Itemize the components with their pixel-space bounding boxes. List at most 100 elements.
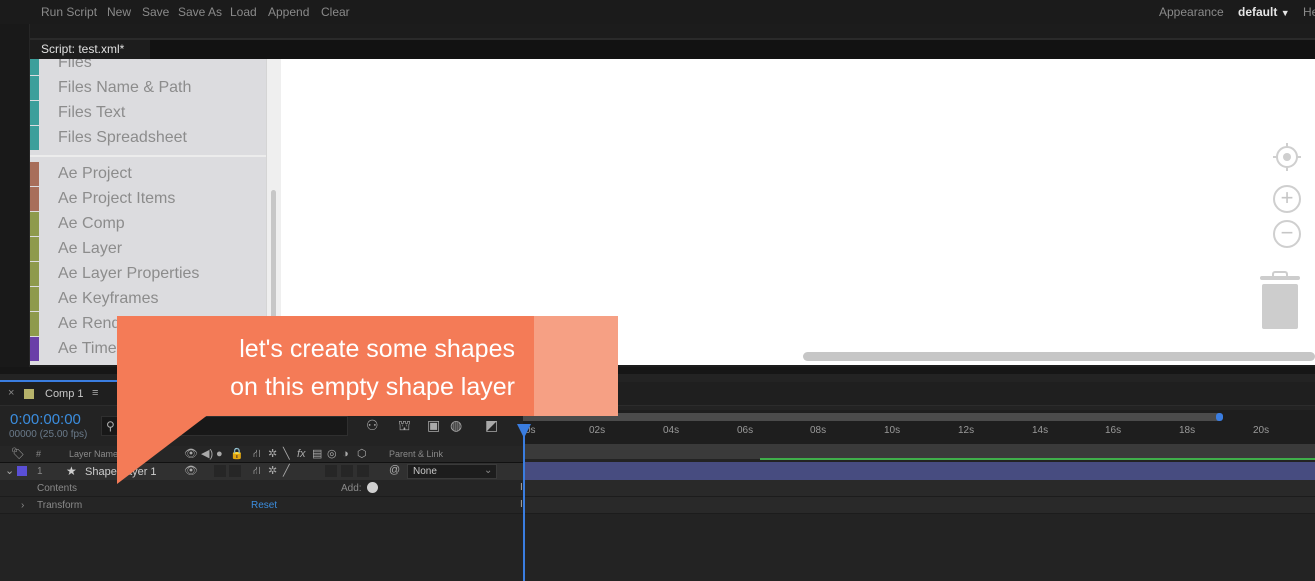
column-parent-header[interactable]: Parent & Link <box>389 449 443 459</box>
time-tick: 16s <box>1105 425 1122 436</box>
category-color-bar <box>30 262 39 286</box>
zoom-out-icon[interactable]: − <box>1273 220 1301 248</box>
chevron-right-icon[interactable]: › <box>21 500 24 511</box>
time-tick: 08s <box>810 425 827 436</box>
category-files-spreadsheet[interactable]: Files Spreadsheet <box>30 126 266 151</box>
3d-layer-icon: ⬡ <box>357 448 367 460</box>
tutorial-callout-fade <box>534 316 618 416</box>
category-label: Files Name & Path <box>58 79 192 96</box>
crosshair-target-icon[interactable] <box>1273 143 1301 171</box>
callout-line-1: let's create some shapes <box>239 335 515 363</box>
appearance-value: default <box>1238 5 1278 19</box>
lock-icon: 🔒 <box>230 448 244 460</box>
save-as-button[interactable]: Save As <box>178 5 222 19</box>
category-label: Ae Keyframes <box>58 290 159 307</box>
motion-blur-icon[interactable]: ◍ <box>450 418 462 432</box>
lock-toggle[interactable] <box>229 465 241 477</box>
solo-toggle[interactable] <box>214 465 226 477</box>
quality-switch-icon[interactable]: ╱ <box>283 466 290 477</box>
category-files-name-path[interactable]: Files Name & Path <box>30 76 266 101</box>
clear-button[interactable]: Clear <box>321 5 350 19</box>
add-menu-play-icon[interactable] <box>367 482 378 493</box>
category-label: Ae Layer Properties <box>58 265 200 282</box>
current-timecode[interactable]: 0:00:00:00 <box>10 411 81 428</box>
solo-icon: ● <box>216 448 223 460</box>
category-label: Files Text <box>58 104 126 121</box>
category-ae-layer[interactable]: Ae Layer <box>30 237 266 262</box>
shy-icon: ⛙ <box>253 448 261 460</box>
timeline-track-transform <box>525 497 1315 514</box>
category-label: Ae Time <box>58 340 117 357</box>
category-color-bar <box>30 126 39 150</box>
layer-duration-bar[interactable] <box>525 462 1315 480</box>
callout-line-2: on this empty shape layer <box>230 373 515 401</box>
new-button[interactable]: New <box>107 5 131 19</box>
pickwhip-icon[interactable]: @ <box>389 465 400 476</box>
category-ae-comp[interactable]: Ae Comp <box>30 212 266 237</box>
shy-switch-icon[interactable]: ⛙ <box>253 466 261 477</box>
motion-blur-toggle[interactable] <box>325 465 337 477</box>
caret-down-icon: ▼ <box>1280 8 1290 18</box>
category-ae-layer-properties[interactable]: Ae Layer Properties <box>30 262 266 287</box>
transform-row[interactable]: › Transform Reset <box>0 497 523 514</box>
category-label: Files Spreadsheet <box>58 129 187 146</box>
category-ae-keyframes[interactable]: Ae Keyframes <box>30 287 266 312</box>
parent-dropdown[interactable]: None ⌄ <box>407 464 497 479</box>
time-tick: 02s <box>589 425 606 436</box>
quality-icon: ╲ <box>283 448 290 460</box>
collapse-icon: ✲ <box>268 448 278 460</box>
panel-menu-icon[interactable]: ≡ <box>92 388 98 399</box>
append-button[interactable]: Append <box>268 5 309 19</box>
script-tab[interactable]: Script: test.xml* <box>30 40 150 59</box>
trash-icon[interactable] <box>1262 284 1298 329</box>
playhead-line[interactable] <box>523 424 525 581</box>
run-script-button[interactable]: Run Script <box>41 5 97 19</box>
time-tick: 18s <box>1179 425 1196 436</box>
playhead-handle[interactable] <box>517 424 531 438</box>
parent-value: None <box>413 466 437 477</box>
frame-blending-icon[interactable]: ▣ <box>427 418 440 432</box>
zoom-in-icon[interactable]: + <box>1273 185 1301 213</box>
draft-3d-icon[interactable]: ⛫ <box>398 418 411 432</box>
comp-color-swatch <box>24 389 34 399</box>
appearance-dropdown[interactable]: default ▼ <box>1238 5 1290 19</box>
contents-row[interactable]: Contents Add: <box>0 480 523 497</box>
tutorial-callout-text: let's create some shapes on this empty s… <box>160 330 515 406</box>
category-ae-project[interactable]: Ae Project <box>30 162 266 187</box>
adjustment-toggle[interactable] <box>341 465 353 477</box>
category-label: Ae Layer <box>58 240 123 257</box>
category-label: Ae Rend <box>58 315 121 332</box>
category-files[interactable]: Files <box>30 59 266 76</box>
help-menu[interactable]: He <box>1303 5 1315 19</box>
reset-link[interactable]: Reset <box>251 500 277 511</box>
shape-star-icon: ★ <box>66 464 77 478</box>
work-area-end-handle[interactable] <box>1216 413 1223 421</box>
category-color-bar <box>30 237 39 261</box>
category-ae-project-items[interactable]: Ae Project Items <box>30 187 266 212</box>
category-label: Files <box>58 59 92 71</box>
column-layer-name-header[interactable]: Layer Name <box>69 449 118 459</box>
save-button[interactable]: Save <box>142 5 169 19</box>
category-label: Ae Comp <box>58 215 125 232</box>
work-area-bar[interactable] <box>523 413 1220 421</box>
load-button[interactable]: Load <box>230 5 257 19</box>
chevron-down-icon[interactable]: ⌄ <box>5 466 14 477</box>
timeline-track-contents <box>525 480 1315 497</box>
canvas-horizontal-scrollbar[interactable] <box>803 352 1315 361</box>
comp-tab-label[interactable]: Comp 1 <box>45 388 84 400</box>
motion-blur-col-icon: ◎ <box>327 448 337 460</box>
collapse-switch-icon[interactable]: ✲ <box>268 466 277 477</box>
3d-toggle[interactable] <box>357 465 369 477</box>
category-color-bar <box>30 59 39 75</box>
composition-mini-flowchart-icon[interactable]: ⚇ <box>366 418 379 432</box>
time-tick: 20s <box>1253 425 1270 436</box>
layer-row[interactable]: ⌄ 1 ★ Shape Layer 1 👁 ⛙ ✲ ╱ @ None ⌄ <box>0 463 523 480</box>
layer-color-swatch[interactable] <box>17 466 27 476</box>
left-panel-strip <box>0 24 30 374</box>
script-toolbar: Run Script New Save Save As Load Append … <box>0 0 1315 24</box>
script-tab-row <box>30 38 1315 59</box>
graph-editor-icon[interactable]: ◩ <box>485 418 498 432</box>
category-files-text[interactable]: Files Text <box>30 101 266 126</box>
close-icon[interactable]: × <box>8 388 14 399</box>
category-color-bar <box>30 187 39 211</box>
